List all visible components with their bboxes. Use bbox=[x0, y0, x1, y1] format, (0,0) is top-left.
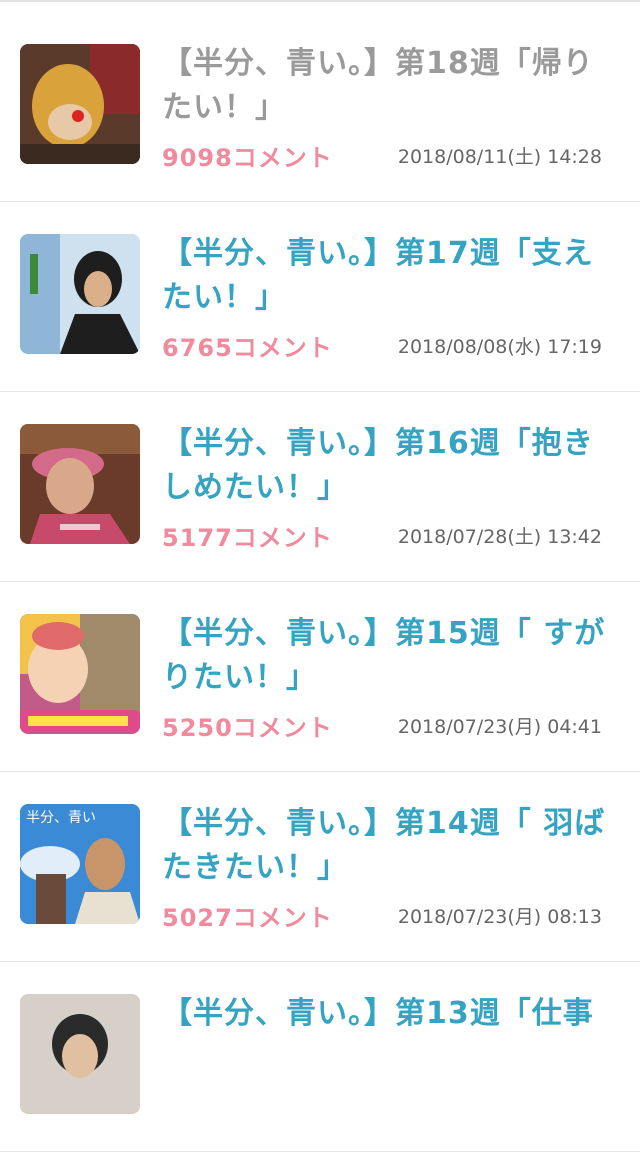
comment-count: 6765コメント bbox=[162, 334, 333, 362]
svg-text:半分、青い: 半分、青い bbox=[26, 810, 96, 826]
article-title-link[interactable]: 【半分、青い。】第16週「抱きしめたい！」 bbox=[162, 422, 612, 510]
article-thumbnail[interactable] bbox=[20, 614, 140, 734]
article-thumbnail[interactable] bbox=[20, 234, 140, 354]
article-title-link[interactable]: 【半分、青い。】第13週「仕事 bbox=[162, 992, 612, 1036]
article-item[interactable]: 【半分、青い。】第15週「 すがりたい！」 5250コメント 2018/07/2… bbox=[0, 582, 640, 772]
post-date: 2018/07/28(土) 13:42 bbox=[397, 526, 602, 548]
article-title-link[interactable]: 【半分、青い。】第14週「 羽ばたきたい！」 bbox=[162, 802, 612, 890]
article-meta: 5027コメント 2018/07/23(月) 08:13 bbox=[162, 898, 602, 938]
article-meta: 6765コメント 2018/08/08(水) 17:19 bbox=[162, 328, 602, 368]
article-item[interactable]: 半分、青い 【半分、青い。】第14週「 羽ばたきたい！」 5027コメント 20… bbox=[0, 772, 640, 962]
comment-count: 5177コメント bbox=[162, 524, 333, 552]
article-meta: 5250コメント 2018/07/23(月) 04:41 bbox=[162, 708, 602, 748]
article-thumbnail[interactable] bbox=[20, 44, 140, 164]
article-meta: 5177コメント 2018/07/28(土) 13:42 bbox=[162, 518, 602, 558]
comment-count: 5027コメント bbox=[162, 904, 333, 932]
article-item[interactable]: 【半分、青い。】第16週「抱きしめたい！」 5177コメント 2018/07/2… bbox=[0, 392, 640, 582]
article-list: 【半分、青い。】第18週「帰りたい！」 9098コメント 2018/08/11(… bbox=[0, 12, 640, 1152]
article-title-link[interactable]: 【半分、青い。】第17週「支えたい！」 bbox=[162, 232, 612, 320]
post-date: 2018/07/23(月) 08:13 bbox=[397, 906, 602, 928]
article-item[interactable]: 【半分、青い。】第17週「支えたい！」 6765コメント 2018/08/08(… bbox=[0, 202, 640, 392]
post-date: 2018/08/11(土) 14:28 bbox=[397, 146, 602, 168]
article-thumbnail[interactable] bbox=[20, 994, 140, 1114]
article-item[interactable]: 【半分、青い。】第18週「帰りたい！」 9098コメント 2018/08/11(… bbox=[0, 12, 640, 202]
top-divider bbox=[0, 0, 640, 2]
article-meta: 9098コメント 2018/08/11(土) 14:28 bbox=[162, 138, 602, 178]
article-thumbnail[interactable] bbox=[20, 424, 140, 544]
post-date: 2018/08/08(水) 17:19 bbox=[397, 336, 602, 358]
article-title-link[interactable]: 【半分、青い。】第15週「 すがりたい！」 bbox=[162, 612, 612, 700]
article-thumbnail[interactable]: 半分、青い bbox=[20, 804, 140, 924]
comment-count: 5250コメント bbox=[162, 714, 333, 742]
article-item[interactable]: 【半分、青い。】第13週「仕事 bbox=[0, 962, 640, 1152]
article-title-link[interactable]: 【半分、青い。】第18週「帰りたい！」 bbox=[162, 42, 612, 130]
comment-count: 9098コメント bbox=[162, 144, 333, 172]
article-meta bbox=[162, 1088, 602, 1128]
post-date: 2018/07/23(月) 04:41 bbox=[397, 716, 602, 738]
